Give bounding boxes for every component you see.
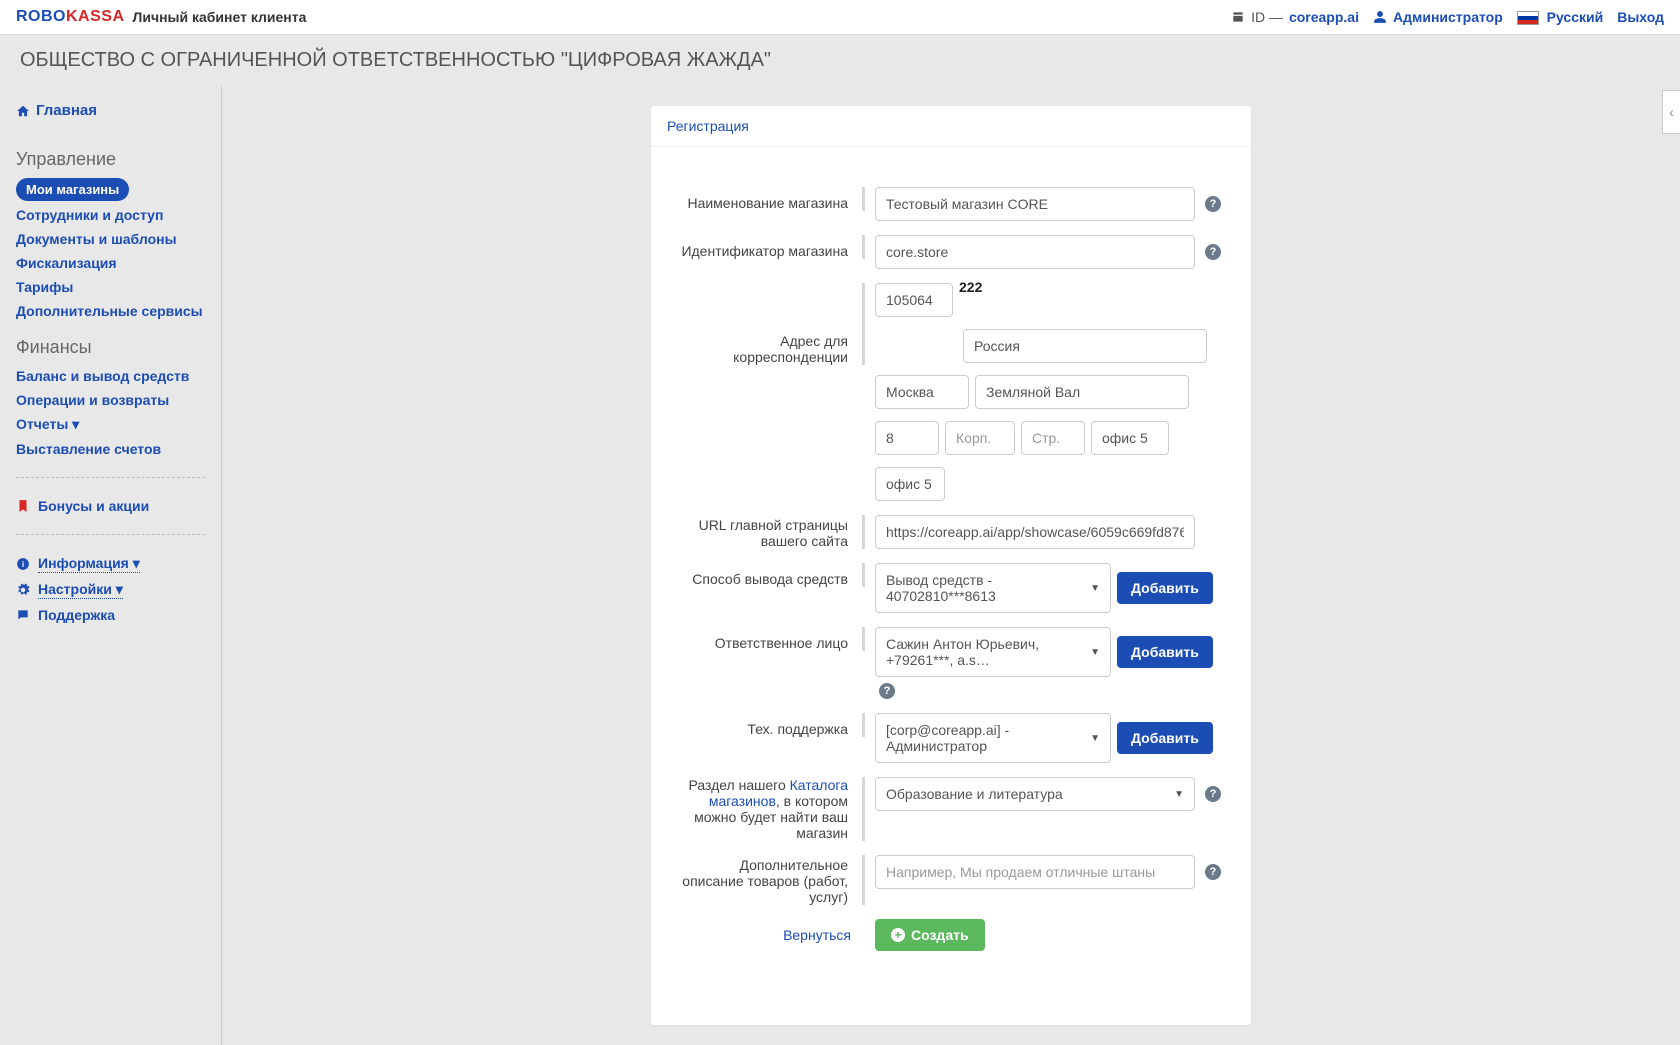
nav-extra[interactable]: Дополнительные сервисы: [16, 299, 205, 323]
city-input[interactable]: [875, 375, 969, 409]
create-button[interactable]: + Создать: [875, 919, 985, 951]
add-tech-button[interactable]: Добавить: [1117, 722, 1213, 754]
exit-link[interactable]: Выход: [1617, 9, 1664, 25]
home-icon: [16, 104, 30, 118]
nav-my-shops[interactable]: Мои магазины: [16, 178, 129, 201]
help-icon[interactable]: ?: [1205, 786, 1221, 802]
chevron-down-icon: ▼: [1090, 647, 1100, 658]
admin-link[interactable]: Администратор: [1373, 9, 1503, 25]
office1-input[interactable]: [1091, 421, 1169, 455]
nav-home[interactable]: Главная: [16, 96, 205, 135]
collapse-right-panel[interactable]: ‹: [1662, 90, 1680, 134]
chat-icon: [16, 608, 30, 622]
chevron-down-icon: ▼: [1090, 733, 1100, 744]
add-responsible-button[interactable]: Добавить: [1117, 636, 1213, 668]
nav-info[interactable]: i Информация ▾: [16, 551, 205, 577]
label-shop-id: Идентификатор магазина: [675, 235, 865, 259]
street-input[interactable]: [975, 375, 1189, 409]
chevron-left-icon: ‹: [1669, 104, 1674, 120]
chevron-down-icon: ▼: [1090, 583, 1100, 594]
user-icon: [1373, 10, 1387, 24]
label-shop-name: Наименование магазина: [675, 187, 865, 211]
nav-staff[interactable]: Сотрудники и доступ: [16, 203, 205, 227]
zip-input[interactable]: [875, 283, 953, 317]
label-responsible: Ответственное лицо: [675, 627, 865, 651]
responsible-select[interactable]: Сажин Антон Юрьевич, +79261***, a.s… ▼: [875, 627, 1111, 677]
catalog-select[interactable]: Образование и литература ▼: [875, 777, 1195, 811]
svg-text:i: i: [22, 560, 24, 569]
logo[interactable]: ROBOKASSA: [16, 8, 125, 26]
shop-id-input[interactable]: [875, 235, 1195, 269]
withdraw-select[interactable]: Вывод средств - 40702810***8613 ▼: [875, 563, 1111, 613]
org-title: ОБЩЕСТВО С ОГРАНИЧЕННОЙ ОТВЕТСТВЕННОСТЬЮ…: [0, 35, 1680, 86]
chevron-down-icon: ▼: [1174, 789, 1184, 800]
registration-card: Регистрация Наименование магазина ? Иден…: [651, 106, 1251, 1025]
shop-icon: [1231, 10, 1245, 24]
korp-input[interactable]: [945, 421, 1015, 455]
help-icon[interactable]: ?: [1205, 196, 1221, 212]
description-input[interactable]: [875, 855, 1195, 889]
tech-select[interactable]: [corp@coreapp.ai] - Администратор ▼: [875, 713, 1111, 763]
nav-balance[interactable]: Баланс и вывод средств: [16, 364, 205, 388]
card-title: Регистрация: [651, 106, 1251, 147]
gear-icon: [16, 583, 30, 597]
label-tech: Тех. поддержка: [675, 713, 865, 737]
help-icon[interactable]: ?: [1205, 244, 1221, 260]
nav-reports[interactable]: Отчеты ▾: [16, 412, 205, 437]
nav-ops[interactable]: Операции и возвраты: [16, 388, 205, 412]
topbar: ROBOKASSA Личный кабинет клиента ID — co…: [0, 0, 1680, 35]
country-input[interactable]: [963, 329, 1207, 363]
nav-invoice[interactable]: Выставление счетов: [16, 437, 205, 461]
id-block: ID — coreapp.ai: [1231, 9, 1359, 25]
back-link[interactable]: Вернуться: [783, 927, 851, 943]
label-catalog: Раздел нашего Каталога магазинов, в кото…: [675, 777, 865, 841]
url-input[interactable]: [875, 515, 1195, 549]
nav-settings[interactable]: Настройки ▾: [16, 577, 205, 603]
language-switch[interactable]: Русский: [1517, 9, 1603, 25]
label-description: Дополнительное описание товаров (работ, …: [675, 855, 865, 905]
overlay-222: 222: [959, 279, 982, 295]
plus-icon: +: [891, 928, 905, 942]
id-link[interactable]: coreapp.ai: [1289, 9, 1359, 25]
nav-tariffs[interactable]: Тарифы: [16, 275, 205, 299]
label-address: Адрес для корреспонденции: [675, 283, 865, 365]
help-icon[interactable]: ?: [879, 683, 895, 699]
label-url: URL главной страницы вашего сайта: [675, 515, 865, 549]
nav-docs[interactable]: Документы и шаблоны: [16, 227, 205, 251]
help-icon[interactable]: ?: [1205, 864, 1221, 880]
bookmark-icon: [16, 499, 30, 513]
section-finance: Финансы: [16, 337, 205, 358]
section-manage: Управление: [16, 149, 205, 170]
logo-robo: ROBO: [16, 8, 66, 25]
str-input[interactable]: [1021, 421, 1085, 455]
info-icon: i: [16, 557, 30, 571]
shop-name-input[interactable]: [875, 187, 1195, 221]
logo-kassa: KASSA: [66, 8, 125, 25]
label-withdraw: Способ вывода средств: [675, 563, 865, 587]
nav-fiscal[interactable]: Фискализация: [16, 251, 205, 275]
nav-support[interactable]: Поддержка: [16, 603, 205, 627]
add-withdraw-button[interactable]: Добавить: [1117, 572, 1213, 604]
main: ‹ Регистрация Наименование магазина ? Ид…: [222, 86, 1680, 1045]
nav-bonus[interactable]: Бонусы и акции: [16, 494, 205, 518]
office2-input[interactable]: [875, 467, 945, 501]
topbar-subtitle: Личный кабинет клиента: [133, 9, 307, 25]
house-input[interactable]: [875, 421, 939, 455]
sidebar: Главная Управление Мои магазины Сотрудни…: [0, 86, 222, 1045]
flag-ru-icon: [1517, 11, 1539, 25]
